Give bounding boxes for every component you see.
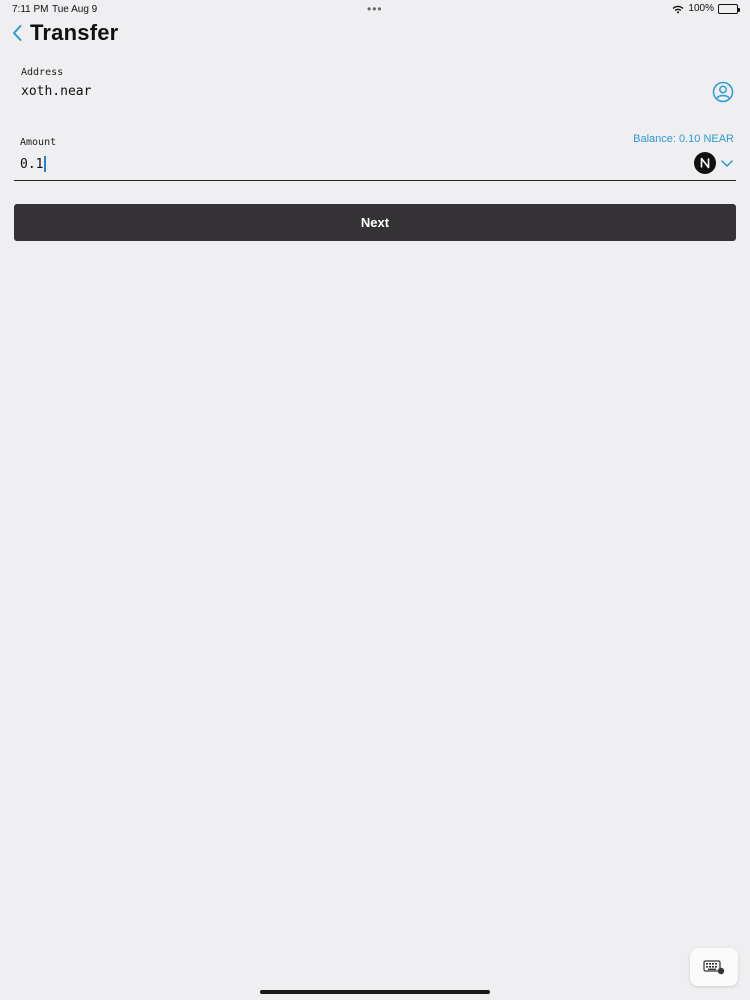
contact-icon[interactable] bbox=[712, 81, 734, 103]
balance-text[interactable]: Balance: 0.10 NEAR bbox=[633, 133, 734, 145]
amount-value: 0.1 bbox=[20, 156, 44, 172]
near-logo-icon bbox=[694, 152, 716, 174]
header: Transfer bbox=[8, 18, 118, 48]
chevron-down-icon bbox=[721, 160, 733, 167]
multitasking-dots[interactable]: ••• bbox=[367, 2, 383, 16]
keyboard-dismiss-button[interactable] bbox=[690, 948, 738, 986]
chevron-left-icon bbox=[13, 25, 22, 41]
page-title: Transfer bbox=[30, 20, 119, 45]
battery-percent: 100% bbox=[688, 3, 714, 14]
address-label: Address bbox=[21, 67, 64, 78]
amount-input[interactable]: 0.1 bbox=[20, 155, 620, 173]
back-button[interactable] bbox=[8, 20, 26, 46]
token-selector[interactable] bbox=[694, 152, 734, 174]
home-indicator[interactable] bbox=[260, 990, 490, 994]
status-date: Tue Aug 9 bbox=[52, 4, 98, 15]
amount-label: Amount bbox=[20, 137, 57, 148]
next-button[interactable]: Next bbox=[14, 204, 736, 241]
amount-field[interactable]: Amount Balance: 0.10 NEAR 0.1 bbox=[14, 130, 736, 181]
text-caret bbox=[44, 156, 46, 172]
address-input[interactable]: xoth.near bbox=[21, 84, 91, 99]
battery-icon bbox=[718, 3, 740, 14]
keyboard-icon bbox=[703, 960, 725, 975]
wifi-icon bbox=[673, 5, 684, 13]
address-field[interactable]: Address xoth.near bbox=[14, 60, 736, 108]
status-time: 7:11 PM bbox=[12, 4, 49, 15]
status-bar: 7:11 PM Tue Aug 9 ••• 100% bbox=[0, 0, 750, 18]
status-right: 100% bbox=[672, 3, 740, 14]
